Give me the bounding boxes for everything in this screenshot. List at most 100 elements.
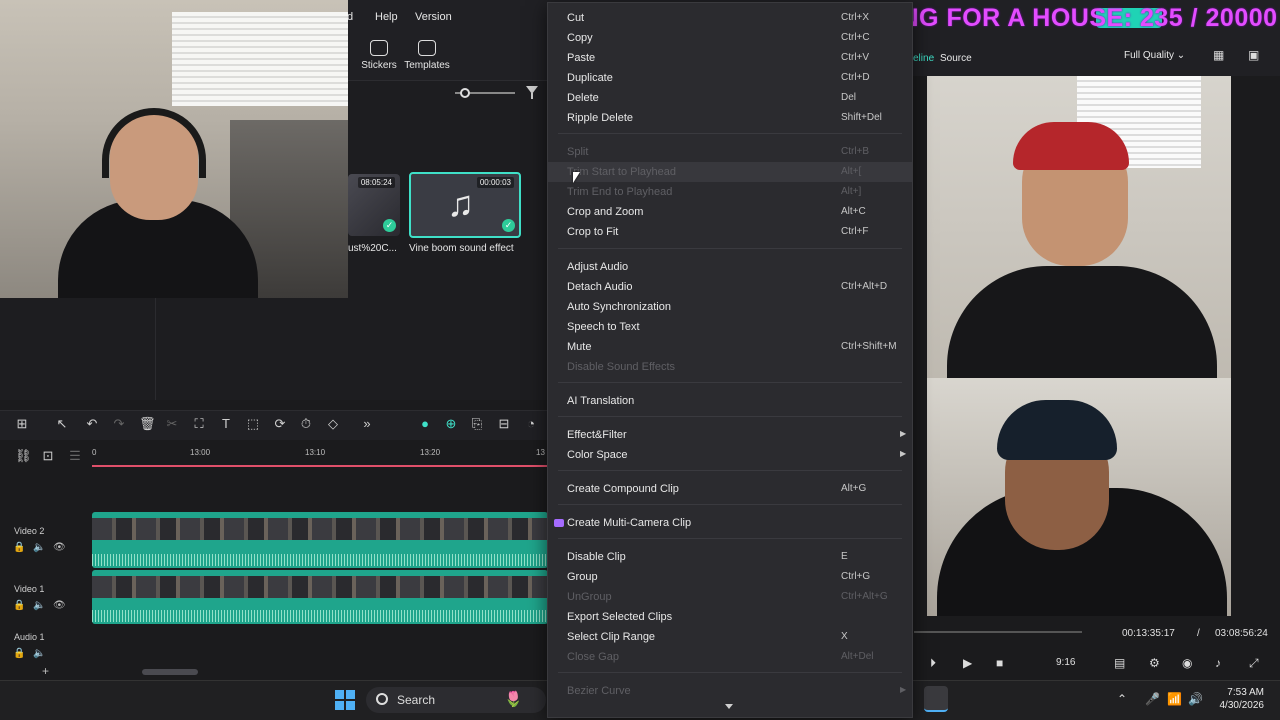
clock-time: 7:53 AM — [1227, 687, 1264, 698]
marker-icon[interactable]: ⎘ — [470, 417, 484, 431]
add-track-button[interactable]: + — [42, 664, 49, 678]
scroll-down-icon[interactable] — [725, 704, 733, 709]
menu-item-paste[interactable]: Paste Ctrl+V — [548, 48, 912, 68]
snapshot-icon[interactable]: ◉ — [1182, 656, 1192, 670]
menu-item-crop-and-zoom[interactable]: Crop and Zoom Alt+C — [548, 202, 912, 222]
menu-item-delete[interactable]: Delete Del — [548, 88, 912, 108]
step-forward-icon[interactable]: ⏵ — [930, 656, 936, 671]
magnet-icon[interactable]: ● — [418, 417, 432, 431]
snap-icon[interactable]: ⊕ — [444, 417, 458, 431]
clock-date: 4/30/2026 — [1219, 700, 1265, 711]
text-icon[interactable]: T — [219, 417, 233, 431]
quality-select[interactable]: Full Quality ⌄ — [1118, 48, 1196, 66]
video-2-clip[interactable] — [92, 512, 548, 568]
fullscreen-icon[interactable]: ⤢ — [1249, 656, 1259, 671]
menu-item-detach-audio[interactable]: Detach Audio Ctrl+Alt+D — [548, 277, 912, 297]
windows-start-button[interactable] — [335, 690, 355, 710]
menu-item-ai-translation[interactable]: AI Translation — [548, 391, 912, 411]
menu-item-crop-to-fit[interactable]: Crop to Fit Ctrl+F — [548, 222, 912, 242]
menu-item-mute[interactable]: Mute Ctrl+Shift+M — [548, 337, 912, 357]
menu-item-copy[interactable]: Copy Ctrl+C — [548, 28, 912, 48]
scissors-icon[interactable]: ✂ — [165, 417, 179, 431]
menu-item-split[interactable]: Split Ctrl+B — [548, 142, 912, 162]
menu-item-bezier-curve[interactable]: Bezier Curve ▶ — [548, 681, 912, 701]
menu-item-trim-end-to-playhead[interactable]: Trim End to Playhead Alt+] — [548, 182, 912, 202]
track-settings-icon[interactable]: ☰ — [68, 449, 82, 463]
menu-item-duplicate[interactable]: Duplicate Ctrl+D — [548, 68, 912, 88]
video-preview[interactable] — [927, 76, 1231, 616]
ai-tool-icon[interactable]: ⬚ — [246, 417, 260, 431]
mic-icon[interactable]: 🎤 — [1145, 692, 1160, 706]
filter-icon[interactable] — [526, 86, 539, 99]
progress-track[interactable] — [914, 631, 1082, 633]
speed-icon[interactable]: ⏱ — [299, 417, 313, 431]
media-clip-1[interactable]: 08:05:24 ✓ — [348, 174, 400, 236]
menu-item-adjust-audio[interactable]: Adjust Audio — [548, 257, 912, 277]
system-clock[interactable]: 7:53 AM 4/30/2026 — [1204, 686, 1265, 712]
chevron-up-icon[interactable]: ⌃ — [1117, 692, 1127, 706]
split-view-icon[interactable]: ⊟ — [497, 417, 511, 431]
menu-item-cut[interactable]: Cut Ctrl+X — [548, 8, 912, 28]
menu-item-export-selected-clips[interactable]: Export Selected Clips — [548, 607, 912, 627]
media-clip-2[interactable]: 00:00:03 ♫ ✓ — [409, 172, 521, 238]
tab-timeline[interactable]: eline — [913, 53, 934, 64]
stickers-button[interactable]: Stickers — [354, 40, 404, 71]
redo-icon[interactable]: ↷ — [112, 417, 126, 431]
image-icon[interactable]: ▣ — [1248, 48, 1259, 62]
webcam-overlay — [0, 0, 348, 298]
speaker-icon[interactable]: 🔊 — [1188, 692, 1203, 706]
slider-knob[interactable] — [460, 88, 470, 98]
menu-item-close-gap[interactable]: Close Gap Alt+Del — [548, 647, 912, 667]
menu-item-create-compound-clip[interactable]: Create Compound Clip Alt+G — [548, 479, 912, 499]
more-tools-icon[interactable]: » — [360, 417, 374, 431]
eye-icon[interactable]: 👁 — [53, 542, 66, 553]
menu-item-disable-clip[interactable]: Disable Clip E — [548, 547, 912, 567]
grid-icon[interactable]: ▦ — [1213, 48, 1224, 62]
menu-item-select-clip-range[interactable]: Select Clip Range X — [548, 627, 912, 647]
menu-item-auto-synchronization[interactable]: Auto Synchronization — [548, 297, 912, 317]
layout-icon[interactable]: ⊞ — [15, 417, 29, 431]
add-track-icon[interactable]: ⊡ — [41, 449, 55, 463]
settings-icon[interactable]: ⚙ — [1149, 656, 1160, 670]
play-icon[interactable]: ▶ — [963, 656, 972, 670]
link-icon[interactable]: ⛓ — [15, 449, 32, 463]
filmora-taskbar-app[interactable] — [924, 686, 948, 712]
wifi-icon[interactable]: 📶 — [1167, 692, 1182, 706]
timeline-scrollbar[interactable] — [142, 669, 198, 675]
menu-item-speech-to-text[interactable]: Speech to Text — [548, 317, 912, 337]
render-icon[interactable]: ▤ — [1114, 656, 1125, 670]
menu-item-ripple-delete[interactable]: Ripple Delete Shift+Del — [548, 108, 912, 128]
delete-icon[interactable]: 🗑 — [139, 417, 156, 431]
menu-item-effect-filter[interactable]: Effect&Filter ▶ — [548, 425, 912, 445]
menu-item-version[interactable]: Version — [415, 11, 452, 23]
video-1-clip[interactable] — [92, 570, 548, 624]
menu-item-shortcut: Del — [841, 92, 857, 103]
current-time: 00:13:35:17 — [1122, 628, 1175, 639]
select-tool-icon[interactable]: ↖ — [55, 417, 69, 431]
stop-icon[interactable]: ■ — [996, 656, 1003, 670]
rotate-icon[interactable]: ⟳ — [273, 417, 287, 431]
volume-icon[interactable]: ♪ — [1215, 656, 1221, 670]
eye-icon[interactable]: 👁 — [53, 600, 66, 611]
mute-icon[interactable]: 🔈 — [33, 542, 45, 553]
menu-item-create-multi-camera-clip[interactable]: Create Multi-Camera Clip — [548, 513, 912, 533]
menu-item-disable-sound-effects[interactable]: Disable Sound Effects — [548, 357, 912, 377]
templates-button[interactable]: Templates — [402, 40, 452, 71]
audio-mix-icon[interactable]: ◔ — [524, 417, 538, 431]
menu-item-color-space[interactable]: Color Space ▶ — [548, 445, 912, 465]
menu-item-shortcut: Alt+G — [841, 483, 867, 494]
lock-icon[interactable]: 🔒 — [13, 542, 25, 553]
keyframe-icon[interactable]: ◇ — [326, 417, 340, 431]
menu-item-trim-start-to-playhead[interactable]: Trim Start to Playhead Alt+[ — [548, 162, 912, 182]
tab-source[interactable]: Source — [940, 53, 972, 64]
mute-icon[interactable]: 🔈 — [33, 648, 45, 659]
crop-icon[interactable]: ⛶ — [192, 417, 206, 431]
mute-icon[interactable]: 🔈 — [33, 600, 45, 611]
menu-item-ungroup[interactable]: UnGroup Ctrl+Alt+G — [548, 587, 912, 607]
menu-item-group[interactable]: Group Ctrl+G — [548, 567, 912, 587]
lock-icon[interactable]: 🔒 — [13, 600, 25, 611]
menu-item-help[interactable]: Help — [375, 11, 398, 23]
undo-icon[interactable]: ↶ — [85, 417, 99, 431]
lock-icon[interactable]: 🔒 — [13, 648, 25, 659]
aspect-ratio-select[interactable]: 9:16 — [1056, 657, 1075, 668]
